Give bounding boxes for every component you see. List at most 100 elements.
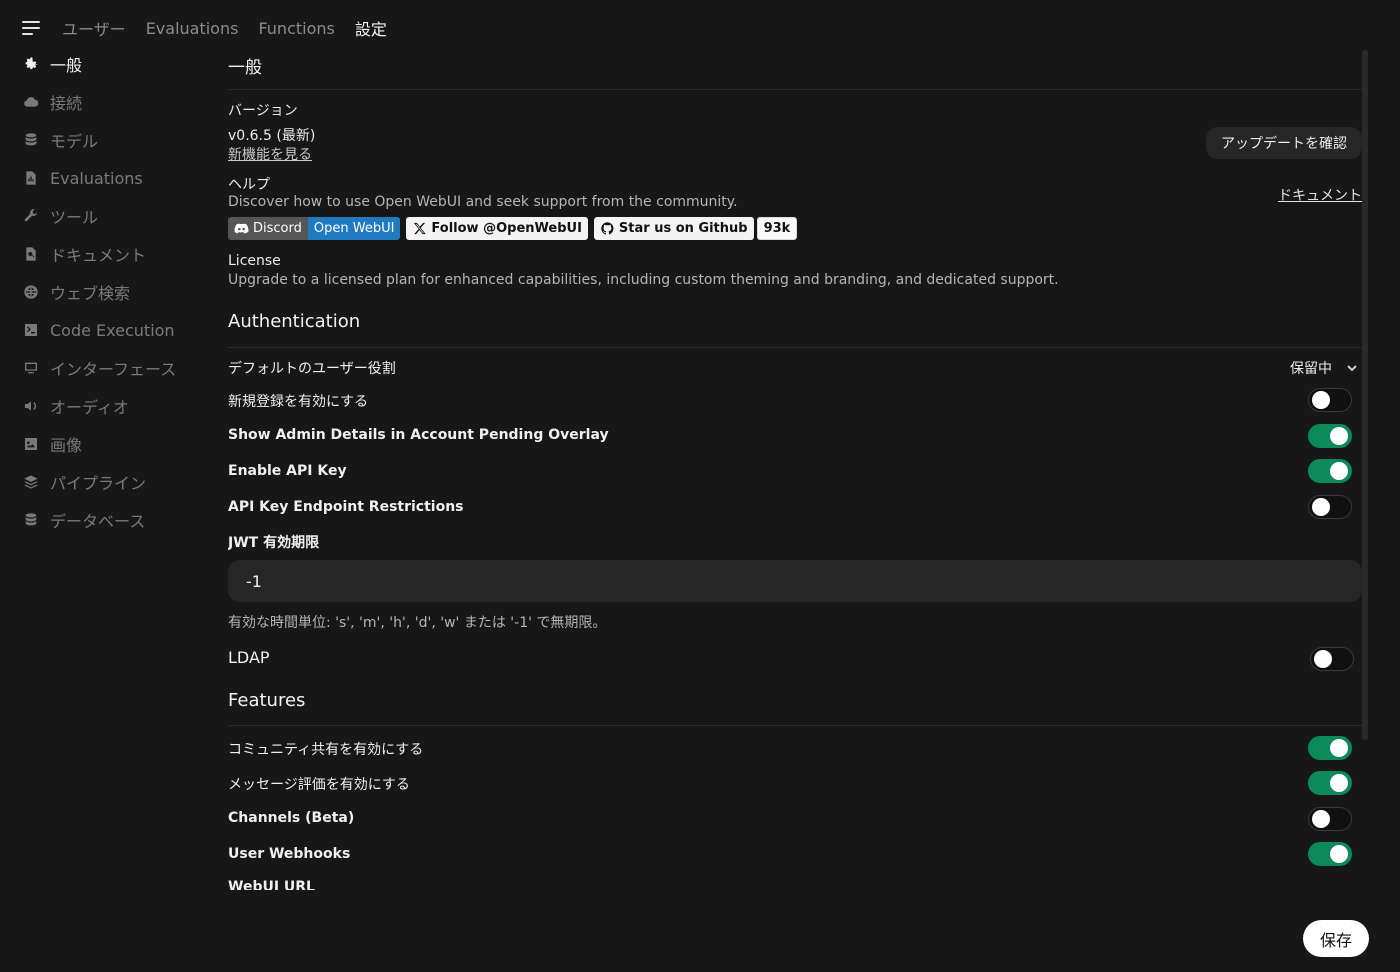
sidebar-item-general[interactable]: 一般 <box>22 45 212 83</box>
settings-main: 一般 バージョン v0.6.5 (最新) 新機能を見る アップデートを確認 ヘル… <box>228 45 1362 890</box>
ldap-label: LDAP <box>228 648 270 667</box>
sidebar-item-audio[interactable]: オーディオ <box>22 387 212 425</box>
x-follow-badge[interactable]: Follow @OpenWebUI <box>406 217 588 240</box>
database-icon <box>22 511 40 529</box>
layers-icon <box>22 473 40 491</box>
sidebar-item-label: Evaluations <box>50 168 143 188</box>
user-webhooks-label: User Webhooks <box>228 846 351 862</box>
channels-toggle[interactable] <box>1308 807 1352 831</box>
sidebar-item-label: データベース <box>50 512 146 531</box>
github-star-count: 93k <box>756 217 798 240</box>
whats-new-link[interactable]: 新機能を見る <box>228 144 312 164</box>
speaker-icon <box>22 397 40 415</box>
admin-details-toggle[interactable] <box>1308 424 1352 448</box>
check-update-button[interactable]: アップデートを確認 <box>1206 127 1362 159</box>
save-button[interactable]: 保存 <box>1303 920 1369 957</box>
help-label: ヘルプ <box>228 177 270 193</box>
monitor-icon <box>22 359 40 377</box>
page-title: 一般 <box>228 58 262 78</box>
sidebar-item-label: 一般 <box>50 56 83 75</box>
scrollbar[interactable] <box>1362 50 1368 740</box>
signup-toggle[interactable] <box>1308 388 1352 412</box>
terminal-icon <box>22 321 40 339</box>
sidebar-item-label: ツール <box>50 208 99 227</box>
sidebar-item-models[interactable]: モデル <box>22 121 212 159</box>
features-title: Features <box>228 690 306 711</box>
wrench-icon <box>22 207 40 225</box>
api-key-toggle[interactable] <box>1308 459 1352 483</box>
tab-evaluations[interactable]: Evaluations <box>146 19 239 38</box>
sidebar-item-database[interactable]: データベース <box>22 501 212 539</box>
sidebar-item-web-search[interactable]: ウェブ検索 <box>22 273 212 311</box>
document-chart-icon <box>22 169 40 187</box>
sidebar-item-connections[interactable]: 接続 <box>22 83 212 121</box>
gear-icon <box>22 55 40 73</box>
sidebar-item-evaluations[interactable]: Evaluations <box>22 159 212 197</box>
community-badges: Discord Open WebUI Follow @OpenWebUI Sta… <box>228 217 798 240</box>
sidebar-item-label: ウェブ検索 <box>50 284 131 303</box>
discord-label: Discord <box>253 221 302 236</box>
jwt-hint: 有効な時間単位: 's', 'm', 'h', 'd', 'w' または '-1… <box>228 615 607 631</box>
sidebar-item-tools[interactable]: ツール <box>22 197 212 235</box>
x-icon <box>414 222 427 235</box>
sidebar-item-label: 画像 <box>50 436 83 455</box>
tab-settings[interactable]: 設定 <box>355 16 387 40</box>
sidebar-item-interface[interactable]: インターフェース <box>22 349 212 387</box>
sidebar-item-label: オーディオ <box>50 398 129 417</box>
top-nav: ユーザー Evaluations Functions 設定 <box>22 14 407 42</box>
tab-functions[interactable]: Functions <box>258 19 334 38</box>
sidebar-item-code-execution[interactable]: Code Execution <box>22 311 212 349</box>
sidebar-item-pipelines[interactable]: パイプライン <box>22 463 212 501</box>
api-restrictions-label: API Key Endpoint Restrictions <box>228 499 464 515</box>
default-role-label: デフォルトのユーザー役割 <box>228 361 396 377</box>
default-role-select[interactable]: 保留中 <box>1290 358 1358 378</box>
sidebar-item-documents[interactable]: ドキュメント <box>22 235 212 273</box>
image-icon <box>22 435 40 453</box>
chevron-down-icon <box>1347 365 1357 372</box>
community-sharing-label: コミュニティ共有を有効にする <box>228 742 424 758</box>
webui-url-label: WebUI URL <box>228 879 315 890</box>
divider <box>228 347 1362 348</box>
discord-badge[interactable]: Discord Open WebUI <box>228 217 401 240</box>
message-rating-label: メッセージ評価を有効にする <box>228 777 410 793</box>
cloud-icon <box>22 93 40 111</box>
jwt-label: JWT 有効期限 <box>228 535 320 551</box>
sidebar-item-label: パイプライン <box>50 474 147 493</box>
tab-users[interactable]: ユーザー <box>62 16 126 40</box>
admin-details-label: Show Admin Details in Account Pending Ov… <box>228 427 609 443</box>
default-role-value: 保留中 <box>1290 361 1332 377</box>
license-label: License <box>228 253 281 269</box>
license-text: Upgrade to a licensed plan for enhanced … <box>228 272 1059 288</box>
settings-sidebar: 一般 接続 モデル Evaluations ツール ドキュメント ウェブ検索 C… <box>22 45 212 539</box>
sidebar-item-label: ドキュメント <box>50 246 147 265</box>
help-text: Discover how to use Open WebUI and seek … <box>228 194 738 210</box>
authentication-title: Authentication <box>228 311 361 332</box>
sidebar-item-label: モデル <box>50 132 99 151</box>
sidebar-item-label: Code Execution <box>50 320 175 340</box>
divider <box>228 725 1362 726</box>
globe-icon <box>22 283 40 301</box>
document-search-icon <box>22 245 40 263</box>
menu-icon[interactable] <box>22 21 40 35</box>
channels-label: Channels (Beta) <box>228 810 355 826</box>
jwt-expiry-input[interactable]: -1 <box>228 560 1362 602</box>
message-rating-toggle[interactable] <box>1308 771 1352 795</box>
github-star-label: Star us on Github <box>618 221 748 236</box>
api-key-label: Enable API Key <box>228 463 347 479</box>
x-follow-label: Follow @OpenWebUI <box>431 221 582 236</box>
database-icon <box>22 131 40 149</box>
documents-link[interactable]: ドキュメント <box>1278 185 1362 205</box>
signup-label: 新規登録を有効にする <box>228 394 369 410</box>
discord-server-label: Open WebUI <box>307 217 401 240</box>
user-webhooks-toggle[interactable] <box>1308 842 1352 866</box>
divider <box>228 89 1362 90</box>
api-restrictions-toggle[interactable] <box>1308 495 1352 519</box>
version-label: バージョン <box>228 103 298 119</box>
sidebar-item-label: 接続 <box>50 94 83 113</box>
community-sharing-toggle[interactable] <box>1308 736 1352 760</box>
github-star-badge[interactable]: Star us on Github 93k <box>593 217 798 240</box>
sidebar-item-label: インターフェース <box>50 360 177 379</box>
github-icon <box>601 222 614 235</box>
sidebar-item-images[interactable]: 画像 <box>22 425 212 463</box>
ldap-toggle[interactable] <box>1310 647 1354 671</box>
